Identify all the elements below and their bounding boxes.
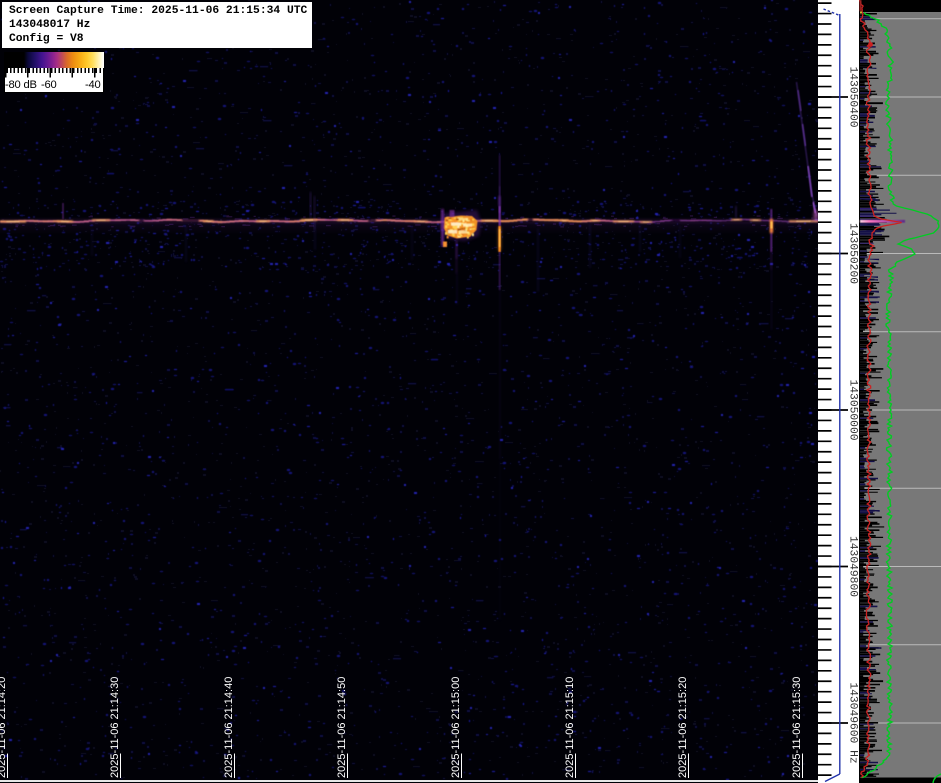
svg-text:143050000: 143050000 [846, 379, 858, 440]
svg-text:143050400: 143050400 [846, 66, 858, 127]
svg-text:143049600 Hz: 143049600 Hz [846, 682, 858, 763]
svg-text:143050200: 143050200 [846, 223, 858, 284]
svg-text:143049800: 143049800 [846, 536, 858, 597]
